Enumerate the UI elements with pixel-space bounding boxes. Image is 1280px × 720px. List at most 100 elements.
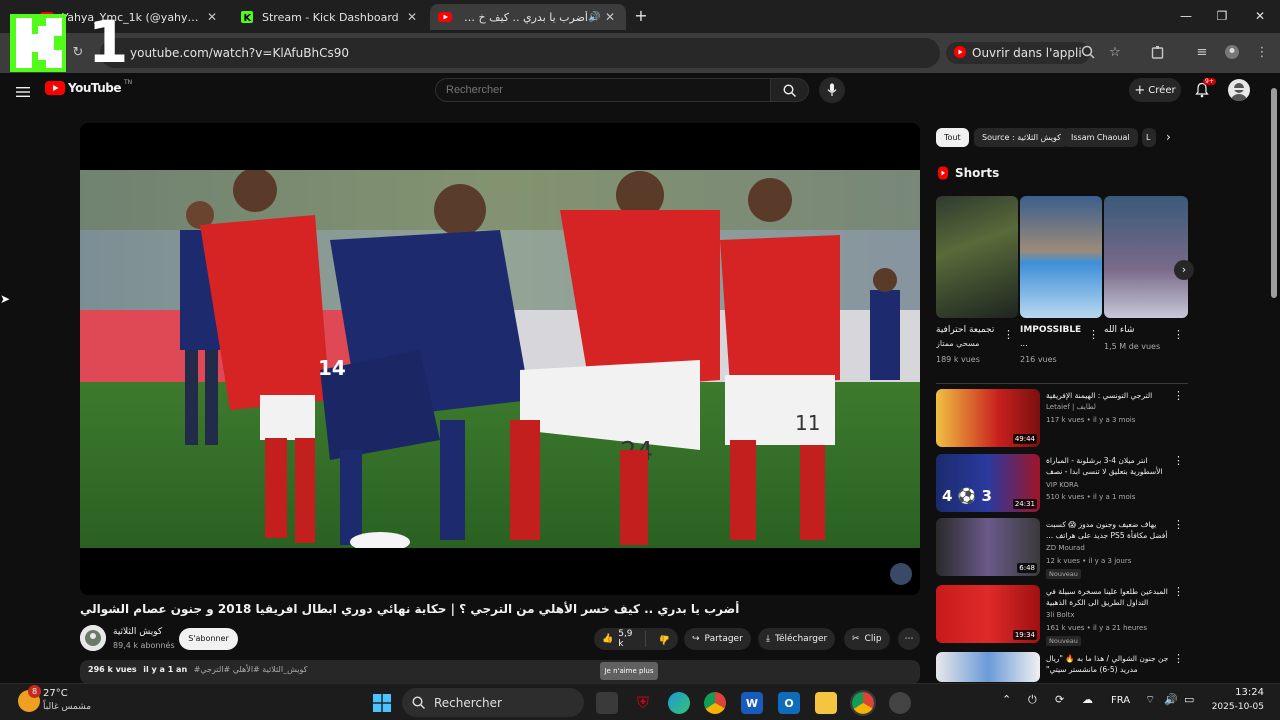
- volume-icon[interactable]: 🔊: [1164, 693, 1178, 706]
- recommended-video[interactable]: 4 ⚽ 3 24:31 انتر ميلان 4-3 برشلونة - الم…: [936, 454, 1186, 514]
- extensions-icon[interactable]: [1150, 45, 1166, 61]
- speaker-icon[interactable]: 🔊: [588, 12, 602, 23]
- tab-title: أضرب يا بدري .. كيف خ (2082): [460, 10, 588, 24]
- clip-label: Clip: [864, 634, 882, 644]
- browser-menu-icon[interactable]: ⋮: [1254, 45, 1270, 61]
- short-menu-icon[interactable]: ⋮: [1173, 328, 1184, 341]
- short-thumbnail[interactable]: [936, 196, 1018, 318]
- cloud-icon[interactable]: ☁: [1082, 693, 1093, 706]
- channel-watermark[interactable]: [890, 563, 912, 585]
- video-player[interactable]: 14 24 11: [80, 123, 920, 595]
- notifications-button[interactable]: 9+: [1195, 78, 1216, 102]
- youtube-logo[interactable]: YouTube TN: [45, 79, 132, 95]
- video-menu-icon[interactable]: ⋮: [1173, 652, 1184, 665]
- short-title[interactable]: تجميعة احترافية: [936, 325, 1008, 335]
- weather-icon[interactable]: 8: [18, 685, 41, 712]
- channel-avatar[interactable]: [80, 625, 106, 651]
- close-icon[interactable]: ✕: [602, 10, 618, 24]
- recommended-video[interactable]: 49:44 الترجي التونسي : الهيمنة الإفريقية…: [936, 389, 1186, 449]
- media-control-icon[interactable]: ≡: [1194, 45, 1210, 61]
- search-button[interactable]: [771, 78, 809, 102]
- dislike-button[interactable]: 👍: [651, 634, 678, 644]
- sync-icon[interactable]: ⟳: [1055, 693, 1064, 706]
- new-tab-button[interactable]: +: [632, 7, 650, 25]
- hashtags[interactable]: #كويش_الثلاثية #الأهلي #الترجي: [194, 665, 308, 674]
- weather-temp[interactable]: 27°C: [43, 688, 68, 699]
- recommended-video[interactable]: جن جنون الشوالي / هذا ما به 🔥 "ريال مدري…: [936, 652, 1186, 682]
- share-button[interactable]: ↪ Partager: [684, 628, 751, 650]
- minimize-button[interactable]: —: [1176, 7, 1196, 25]
- tab-kick-dashboard[interactable]: K Stream - Kick Dashboard ✕: [232, 4, 428, 30]
- close-icon[interactable]: ✕: [204, 10, 220, 24]
- short-thumbnail[interactable]: [1020, 196, 1102, 318]
- word-icon[interactable]: W: [741, 692, 763, 714]
- search-input[interactable]: [435, 78, 771, 102]
- reload-icon[interactable]: ↻: [70, 45, 86, 61]
- zoom-icon[interactable]: [1080, 45, 1096, 61]
- shorts-next-button[interactable]: ›: [1174, 260, 1194, 280]
- chrome-active-icon[interactable]: [850, 690, 876, 716]
- clip-button[interactable]: ✂ Clip: [844, 628, 890, 650]
- tray-icon[interactable]: ⏻: [1028, 693, 1037, 707]
- mcafee-icon[interactable]: ⛨: [632, 692, 654, 714]
- create-button[interactable]: + Créer: [1129, 78, 1181, 102]
- recommended-video[interactable]: 6:48 يهاف ضعيف وجنون مدوز 😱 كسبت أفضل مك…: [936, 518, 1186, 579]
- chrome-icon[interactable]: [704, 692, 726, 714]
- short-title[interactable]: شاء الله: [1104, 325, 1176, 335]
- chip-issam-chaoual[interactable]: Issam Chaoual: [1063, 128, 1138, 147]
- language-indicator[interactable]: FRA: [1111, 695, 1130, 706]
- channel-name[interactable]: كويش الثلاثية: [113, 627, 162, 637]
- task-view-icon[interactable]: [596, 692, 618, 714]
- new-badge: Nouveau: [1046, 569, 1081, 579]
- jersey-number-14: 14: [318, 356, 346, 380]
- address-bar[interactable]: youtube.com/watch?v=KlAfuBhCs90: [100, 38, 940, 68]
- maximize-button[interactable]: ❐: [1212, 7, 1232, 25]
- taskbar-search-label: Rechercher: [434, 695, 502, 710]
- windows-start-icon[interactable]: [371, 692, 393, 714]
- description-box[interactable]: 296 k vues il y a 1 an #كويش_الثلاثية #ا…: [80, 660, 920, 684]
- file-explorer-icon[interactable]: [815, 692, 837, 714]
- like-dislike-group: 👍 5,9 k 👍: [594, 628, 678, 650]
- taskbar-search[interactable]: Rechercher: [402, 688, 584, 717]
- wifi-icon[interactable]: ⌔: [1145, 693, 1155, 707]
- bookmark-star-icon[interactable]: ☆: [1107, 45, 1123, 61]
- short-menu-icon[interactable]: ⋮: [1088, 328, 1099, 341]
- profile-avatar[interactable]: [1224, 45, 1240, 61]
- open-in-app-button[interactable]: Ouvrir dans l'appli: [946, 42, 1090, 64]
- video-menu-icon[interactable]: ⋮: [1173, 389, 1184, 402]
- like-button[interactable]: 👍 5,9 k: [594, 629, 646, 649]
- outlook-icon[interactable]: O: [778, 692, 800, 714]
- short-menu-icon[interactable]: ⋮: [1003, 328, 1014, 341]
- download-button[interactable]: ⤓ Télécharger: [758, 628, 836, 650]
- scrollbar-thumb[interactable]: [1271, 88, 1277, 298]
- close-icon[interactable]: ✕: [404, 10, 420, 24]
- video-menu-icon[interactable]: ⋮: [1173, 454, 1184, 467]
- close-window-button[interactable]: ✕: [1250, 7, 1270, 25]
- app-icon[interactable]: [889, 692, 911, 714]
- more-actions-button[interactable]: ⋯: [898, 628, 920, 650]
- recommended-video[interactable]: 19:34 المبدعين طلعوا علينا مسخرة سبيلة ف…: [936, 585, 1186, 646]
- video-menu-icon[interactable]: ⋮: [1173, 518, 1184, 531]
- tab-youtube-video[interactable]: أضرب يا بدري .. كيف خ (2082) 🔊 ✕: [430, 4, 626, 30]
- short-thumbnail[interactable]: [1104, 196, 1188, 318]
- tab-title: Yahya_Ymc_1k (@yahya-ymc-1k: [62, 10, 204, 24]
- subscribe-button[interactable]: S'abonner: [179, 628, 238, 650]
- chip-more[interactable]: L: [1142, 128, 1156, 147]
- browser-toolbar: ↻ youtube.com/watch?v=KlAfuBhCs90 Ouvrir…: [0, 33, 1280, 73]
- chip-source[interactable]: Source : كويش الثلاثية: [974, 128, 1069, 147]
- chevron-right-icon[interactable]: ›: [1166, 130, 1171, 144]
- battery-icon[interactable]: ▭: [1184, 693, 1194, 706]
- short-title[interactable]: IMPOSSIBLE: [1020, 325, 1092, 335]
- chip-all[interactable]: Tout: [936, 128, 969, 147]
- video-duration: 19:34: [1012, 630, 1037, 640]
- hamburger-menu-icon[interactable]: [16, 83, 30, 102]
- chevron-up-icon[interactable]: ⌃: [1002, 693, 1011, 706]
- voice-search-button[interactable]: [819, 77, 845, 103]
- svg-text:K: K: [244, 13, 253, 23]
- video-meta: 117 k vues • il y a 3 mois: [1046, 416, 1136, 424]
- account-avatar[interactable]: [1228, 79, 1250, 101]
- clock-time[interactable]: 13:24: [1212, 687, 1264, 698]
- video-menu-icon[interactable]: ⋮: [1173, 585, 1184, 598]
- edge-icon[interactable]: [668, 692, 690, 714]
- clock-date[interactable]: 2025-10-05: [1204, 702, 1264, 712]
